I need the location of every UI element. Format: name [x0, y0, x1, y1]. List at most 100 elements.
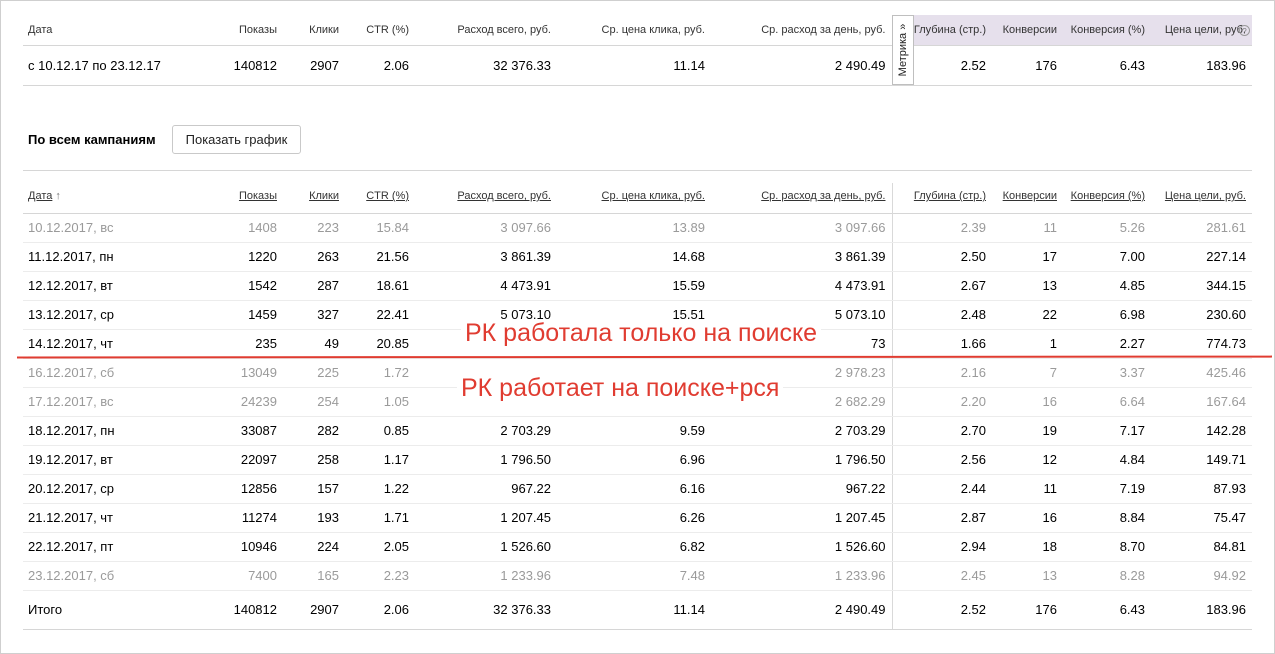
cell-spend: 2 703.29: [415, 416, 557, 446]
cell-spend: 3 097.66: [415, 213, 557, 243]
summary-period: с 10.12.17 по 23.12.17: [28, 57, 161, 73]
cell-ctr: 21.56: [345, 242, 415, 272]
cell-goal-cost: 149.71: [1151, 445, 1252, 475]
sort-arrow-icon: ↑: [55, 190, 61, 202]
total-conversion-rate: 6.43: [1063, 589, 1151, 630]
sort-col-impressions-label: Показы: [238, 190, 277, 202]
cell-ctr: 20.85: [345, 329, 415, 359]
cell-clicks: 258: [283, 445, 345, 475]
sort-col-conversions[interactable]: Конверсии: [992, 183, 1063, 213]
cell-conversions: 7: [992, 358, 1063, 388]
cell-date: 16.12.2017, сб: [23, 358, 203, 388]
help-icon[interactable]: ?: [1239, 25, 1250, 36]
cell-goal-cost: 227.14: [1151, 242, 1252, 272]
summary-header-row: Дата Показы Клики CTR (%) Расход всего, …: [23, 15, 1252, 45]
cell-goal-cost: 425.46: [1151, 358, 1252, 388]
summary-ctr: 2.06: [383, 57, 409, 73]
cell-conversion-rate: 5.26: [1063, 213, 1151, 243]
summary-clicks: 2907: [310, 57, 339, 73]
cell-spend: 4 473.91: [415, 271, 557, 301]
cell-date: 19.12.2017, вт: [23, 445, 203, 475]
sort-col-impressions[interactable]: Показы: [203, 183, 283, 213]
sort-col-clicks[interactable]: Клики: [283, 183, 345, 213]
cell-daily-spend: 3 861.39: [711, 242, 892, 272]
cell-daily-spend: 2 703.29: [711, 416, 892, 446]
cell-depth: 2.48: [891, 300, 992, 330]
total-row: Итого 140812 2907 2.06 32 376.33 11.14 2…: [23, 589, 1252, 630]
sort-col-spend[interactable]: Расход всего, руб.: [415, 183, 557, 213]
annotation-search-only: РК работала только на поиске: [461, 319, 822, 348]
cell-ctr: 0.85: [345, 416, 415, 446]
show-chart-button[interactable]: Показать график: [172, 125, 301, 154]
cell-daily-spend: 1 233.96: [711, 561, 892, 591]
cell-daily-spend: 1 207.45: [711, 503, 892, 533]
metrika-toggle-tab[interactable]: Метрика »: [892, 15, 914, 85]
sort-col-depth[interactable]: Глубина (стр.): [891, 183, 992, 213]
col-header-impressions: Показы: [238, 23, 277, 36]
sort-col-daily-spend[interactable]: Ср. расход за день, руб.: [711, 183, 892, 213]
col-header-ctr: CTR (%): [366, 23, 409, 36]
annotation-search-rsya: РК работает на поиске+рся: [457, 374, 784, 403]
col-header-daily-spend: Ср. расход за день, руб.: [761, 23, 886, 36]
cell-depth: 2.67: [891, 271, 992, 301]
sort-col-ctr[interactable]: CTR (%): [345, 183, 415, 213]
cell-ctr: 1.05: [345, 387, 415, 417]
cell-date: 21.12.2017, чт: [23, 503, 203, 533]
col-header-conversions: Конверсии: [992, 15, 1063, 45]
cell-cpc: 14.68: [557, 242, 711, 272]
cell-conversions: 13: [992, 561, 1063, 591]
cell-spend: 3 861.39: [415, 242, 557, 272]
table-row: 12.12.2017, вт 1542 287 18.61 4 473.91 15.59 4…: [23, 271, 1252, 301]
cell-depth: 2.94: [891, 532, 992, 562]
total-impressions: 140812: [203, 589, 283, 630]
sort-col-date[interactable]: Дата ↑: [23, 183, 203, 213]
cell-date: 12.12.2017, вт: [23, 271, 203, 301]
cell-clicks: 193: [283, 503, 345, 533]
cell-depth: 2.50: [891, 242, 992, 272]
cell-depth: 2.44: [891, 474, 992, 504]
metrika-tab-label: Метрика »: [897, 23, 909, 77]
sort-col-cpc-label: Ср. цена клика, руб.: [601, 190, 705, 202]
section-divider: [23, 170, 1252, 171]
cell-daily-spend: 3 097.66: [711, 213, 892, 243]
cell-clicks: 263: [283, 242, 345, 272]
cell-impressions: 13049: [203, 358, 283, 388]
daily-header-row: Дата ↑ Показы Клики CTR (%) Расход всего…: [23, 183, 1252, 213]
cell-goal-cost: 344.15: [1151, 271, 1252, 301]
cell-depth: 2.39: [891, 213, 992, 243]
cell-depth: 2.70: [891, 416, 992, 446]
col-header-date: Дата: [28, 23, 53, 36]
cell-date: 20.12.2017, ср: [23, 474, 203, 504]
summary-conversions: 176: [1035, 57, 1057, 73]
cell-clicks: 282: [283, 416, 345, 446]
table-row: 20.12.2017, ср 12856 157 1.22 967.22 6.16 967.…: [23, 474, 1252, 504]
cell-impressions: 235: [203, 329, 283, 359]
cell-impressions: 7400: [203, 561, 283, 591]
cell-conversion-rate: 8.84: [1063, 503, 1151, 533]
sort-col-cpc[interactable]: Ср. цена клика, руб.: [557, 183, 711, 213]
section-label: По всем кампаниям: [28, 132, 156, 147]
col-header-goal-cost: Цена цели, руб.: [1151, 15, 1252, 45]
cell-clicks: 287: [283, 271, 345, 301]
cell-conversion-rate: 6.64: [1063, 387, 1151, 417]
total-spend: 32 376.33: [415, 589, 557, 630]
summary-conversion-rate: 6.43: [1119, 57, 1145, 73]
cell-depth: 2.16: [891, 358, 992, 388]
cell-conversions: 18: [992, 532, 1063, 562]
sort-col-goal-cost[interactable]: Цена цели, руб.: [1151, 183, 1252, 213]
sort-col-ctr-label: CTR (%): [366, 190, 409, 202]
cell-depth: 2.56: [891, 445, 992, 475]
sort-col-conversion-rate[interactable]: Конверсия (%): [1063, 183, 1151, 213]
table-row: 21.12.2017, чт 11274 193 1.71 1 207.45 6.26 1 …: [23, 503, 1252, 533]
cell-goal-cost: 281.61: [1151, 213, 1252, 243]
cell-impressions: 1542: [203, 271, 283, 301]
cell-conversion-rate: 8.28: [1063, 561, 1151, 591]
cell-conversions: 13: [992, 271, 1063, 301]
cell-depth: 2.87: [891, 503, 992, 533]
cell-spend: 967.22: [415, 474, 557, 504]
cell-impressions: 33087: [203, 416, 283, 446]
cell-date: 23.12.2017, сб: [23, 561, 203, 591]
sort-col-clicks-label: Клики: [309, 190, 339, 202]
cell-impressions: 22097: [203, 445, 283, 475]
cell-date: 22.12.2017, пт: [23, 532, 203, 562]
